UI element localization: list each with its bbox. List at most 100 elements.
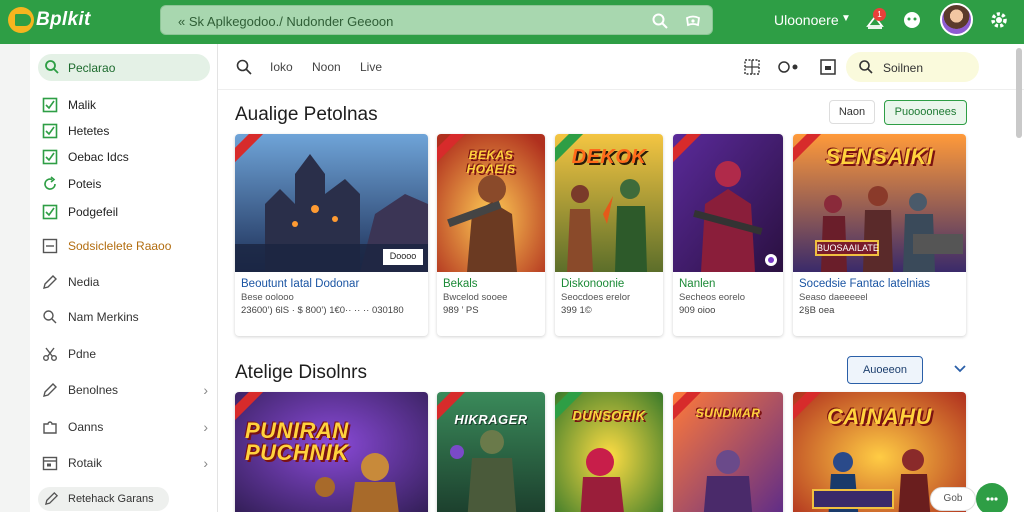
tab-2[interactable]: Noon [312, 60, 341, 74]
filter-pill[interactable]: Soilnen [846, 52, 979, 82]
game-subtitle: Bese oolooo [241, 292, 294, 303]
game-card[interactable]: HIKRAGER [437, 392, 545, 512]
game-title[interactable]: Beoutunt Iatal Dodonar [241, 278, 359, 290]
account-menu-label[interactable]: Uloonoere [774, 12, 839, 28]
game-meta: 23600’) 6lS · $ 800’) 1€0·· ·· ·· 030180 [241, 305, 404, 316]
sidebar-item-9[interactable]: Pdne [30, 341, 218, 367]
game-subtitle: Seaso daeeeeel [799, 292, 868, 303]
sidebar-item-label: Poteis [68, 177, 102, 191]
sidebar-item-label: Oebac Idcs [68, 150, 129, 164]
game-meta: 909 oioo [679, 305, 716, 316]
sidebar-item-label: Benolnes [68, 383, 119, 397]
filter-button[interactable]: Puoooonees [884, 100, 967, 125]
chevron-right-icon: › [203, 382, 208, 398]
game-meta: 2§B oea [799, 305, 835, 316]
check-box-icon [42, 123, 58, 139]
game-card[interactable]: DEKOK Diskonoonie Seocdoes erelor 399 1© [555, 134, 663, 336]
search-icon [859, 60, 873, 74]
scissor-icon [43, 347, 57, 361]
game-card[interactable]: BEKAS HOAEIS Bekals Bwcelod sooee 989 ’ … [437, 134, 545, 336]
sidebar: Peclarao Malik Hetetes Oebac Idcs Poteis… [30, 44, 218, 512]
sidebar-item-label: Nam Merkins [68, 310, 139, 324]
controller-icon[interactable] [901, 9, 923, 31]
search-bar[interactable]: « Sk Aplkegodoo./ Nudonder Geeoon [160, 5, 713, 35]
sidebar-item-label: Podgefeil [68, 205, 119, 219]
game-meta: 399 1© [561, 305, 592, 316]
game-card[interactable]: Doooo Beoutunt Iatal Dodonar Bese oolooo… [235, 134, 428, 336]
list-box-icon [42, 238, 58, 254]
scrollbar[interactable] [1016, 48, 1022, 138]
game-card[interactable]: Nanlen Secheos eorelo 909 oioo [673, 134, 783, 336]
sidebar-item-2[interactable]: Hetetes [30, 118, 218, 144]
gear-icon[interactable] [988, 9, 1010, 31]
chevron-down-icon[interactable]: ▼ [841, 13, 851, 24]
game-art-ranger [437, 392, 545, 512]
game-card[interactable]: DUNSORIK [555, 392, 663, 512]
game-meta: 989 ’ PS [443, 305, 479, 316]
game-title[interactable]: Nanlen [679, 278, 715, 290]
game-subtitle: Bwcelod sooee [443, 292, 508, 303]
game-subtitle: Secheos eorelo [679, 292, 746, 303]
chat-fab[interactable] [976, 483, 1008, 512]
refresh-icon [44, 176, 56, 190]
toggle-icon[interactable] [778, 58, 804, 76]
logo-text: Bplkit [36, 9, 91, 30]
gamepad-icon[interactable] [684, 12, 702, 30]
game-title[interactable]: Socedsie Fantac latelnias [799, 278, 930, 290]
game-art-title: SENSAIKI [825, 144, 934, 169]
sidebar-item-12[interactable]: Rotaik › [30, 450, 218, 476]
sidebar-item-10[interactable]: Benolnes › [30, 377, 218, 403]
floating-chip[interactable]: Gob [930, 487, 976, 511]
notification-badge: 1 [873, 8, 886, 21]
sidebar-item-label: Rotaik [68, 456, 103, 470]
logo-mark-icon [8, 7, 34, 33]
sidebar-item-4[interactable]: Poteis [30, 171, 218, 197]
sidebar-item-label: Oanns [68, 420, 104, 434]
game-title[interactable]: Bekals [443, 278, 478, 290]
game-title[interactable]: Diskonoonie [561, 278, 624, 290]
chevron-down-icon[interactable] [952, 360, 968, 376]
search-input[interactable]: « Sk Aplkegodoo./ Nudonder Geeoon [178, 14, 393, 29]
game-card[interactable]: PUNIRAN PUCHNIK [235, 392, 428, 512]
sidebar-item-7[interactable]: Nedia [30, 269, 218, 295]
check-box-icon [42, 149, 58, 165]
filter-pill-label: Soilnen [883, 61, 924, 75]
game-art-title: BEKAS HOAEIS [466, 148, 516, 176]
search-icon[interactable] [651, 12, 669, 30]
sidebar-item-label: Hetetes [68, 124, 110, 138]
puzzle-icon [43, 421, 57, 434]
toolbar: Ioko Noon Live Soilnen [218, 44, 1024, 90]
calendar-icon [42, 456, 58, 471]
game-badge: Doooo [383, 249, 423, 265]
sidebar-item-8[interactable]: Nam Merkins [30, 304, 218, 330]
game-subtitle: Seocdoes erelor [561, 292, 631, 303]
game-card[interactable]: SUNDMAR [673, 392, 783, 512]
sidebar-item-5[interactable]: Podgefeil [30, 199, 218, 225]
sidebar-item-11[interactable]: Oanns › [30, 414, 218, 440]
top-bar: Bplkit « Sk Aplkegodoo./ Nudonder Geeoon… [0, 0, 1024, 44]
pencil-icon [44, 491, 59, 506]
tab-1[interactable]: Ioko [270, 60, 293, 74]
game-card[interactable]: SENSAIKI BUOSAAILATE Socedsie Fantac lat… [793, 134, 966, 336]
tab-3[interactable]: Live [360, 60, 382, 74]
main-content: Ioko Noon Live Soilnen Aualige Petolnas … [218, 44, 1024, 512]
game-art-title: HIKRAGER [454, 412, 528, 427]
chevron-right-icon: › [203, 455, 208, 471]
more-button[interactable]: Naon [829, 100, 875, 124]
sidebar-item-3[interactable]: Oebac Idcs [30, 144, 218, 170]
sidebar-footer-label: Retehack Garans [68, 493, 154, 505]
sidebar-item-6[interactable]: Sodsiclelete Raaoo [30, 233, 218, 259]
grid-icon[interactable] [743, 58, 761, 76]
game-art-title: DUNSORIK [572, 408, 646, 423]
check-box-icon [42, 97, 58, 113]
search-icon[interactable] [235, 58, 253, 76]
sidebar-item-1[interactable]: Malik [30, 92, 218, 118]
window-icon[interactable] [819, 58, 837, 76]
search-icon [45, 60, 59, 74]
sidebar-item-active[interactable]: Peclarao [38, 54, 210, 81]
avatar[interactable] [940, 3, 973, 36]
app-logo[interactable]: Bplkit [8, 6, 91, 34]
game-badge: BUOSAAILATE [815, 240, 879, 256]
sidebar-footer-chip[interactable]: Retehack Garans [38, 487, 169, 511]
sort-button[interactable]: Auoeeon [847, 356, 923, 384]
